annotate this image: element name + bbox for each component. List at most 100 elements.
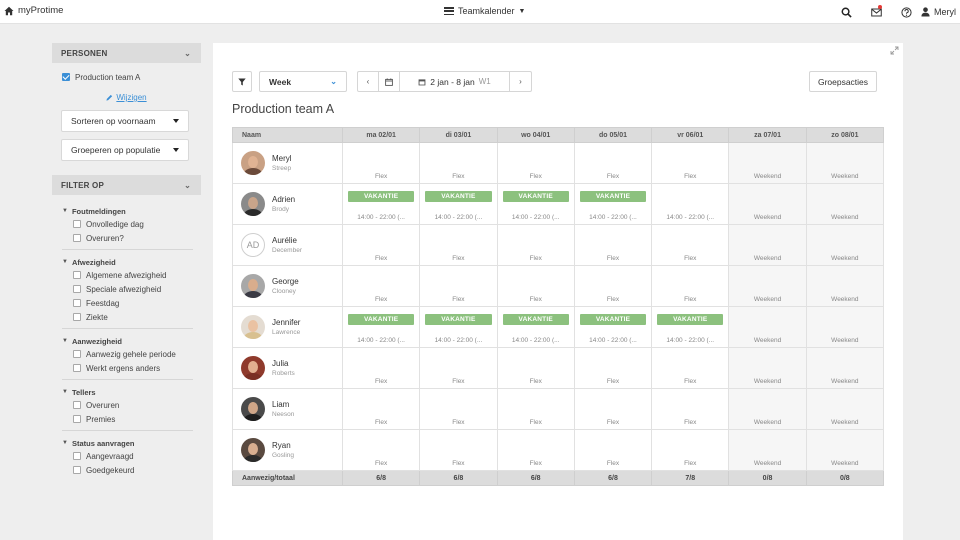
filter-option[interactable]: Aanwezig gehele periode [62, 347, 193, 361]
day-cell[interactable]: Weekend [728, 224, 807, 266]
filter-checkbox[interactable] [73, 220, 81, 228]
day-cell[interactable]: Weekend [728, 429, 807, 471]
day-cell[interactable]: Flex [341, 265, 421, 307]
vacation-badge[interactable]: VAKANTIE [502, 314, 569, 325]
day-cell[interactable]: VAKANTIE 14:00 - 22:00 (... [573, 183, 653, 225]
vacation-badge[interactable]: VAKANTIE [348, 191, 415, 202]
filter-option[interactable]: Premies [62, 412, 193, 426]
employee-cell[interactable]: Meryl Streep [232, 142, 343, 184]
employee-cell[interactable]: Julia Roberts [232, 347, 343, 389]
day-cell[interactable]: Weekend [728, 183, 807, 225]
day-cell[interactable]: Weekend [805, 429, 885, 471]
day-cell[interactable]: VAKANTIE 14:00 - 22:00 (... [496, 306, 575, 348]
filter-checkbox[interactable] [73, 234, 81, 242]
day-cell[interactable]: Weekend [728, 388, 807, 430]
filter-option[interactable]: Onvolledige dag [62, 217, 193, 231]
filter-option[interactable]: Werkt ergens anders [62, 361, 193, 375]
day-cell[interactable]: Flex [496, 347, 575, 389]
expand-icon[interactable] [890, 46, 899, 55]
filter-group-title[interactable]: ▼ Tellers [62, 386, 193, 398]
day-cell[interactable]: Weekend [728, 347, 807, 389]
sort-dropdown[interactable]: Sorteren op voornaam [61, 110, 189, 132]
filter-option[interactable]: Overuren [62, 398, 193, 412]
vacation-badge[interactable]: VAKANTIE [425, 191, 492, 202]
edit-link[interactable]: Wijzigen [52, 93, 201, 102]
day-cell[interactable]: VAKANTIE 14:00 - 22:00 (... [573, 306, 653, 348]
vacation-badge[interactable]: VAKANTIE [657, 314, 724, 325]
name-column-header[interactable]: Naam [232, 127, 343, 143]
day-cell[interactable]: Weekend [805, 265, 885, 307]
search-button[interactable] [831, 4, 861, 20]
day-cell[interactable]: Flex [496, 265, 575, 307]
filter-checkbox[interactable] [73, 350, 81, 358]
day-cell[interactable]: 14:00 - 22:00 (... [651, 183, 730, 225]
day-cell[interactable]: Weekend [805, 183, 885, 225]
team-checkbox[interactable] [62, 73, 70, 81]
day-cell[interactable]: Flex [496, 142, 575, 184]
day-cell[interactable]: Flex [651, 429, 730, 471]
day-cell[interactable]: VAKANTIE 14:00 - 22:00 (... [341, 306, 421, 348]
filter-option[interactable]: Feestdag [62, 296, 193, 310]
day-cell[interactable]: Weekend [805, 306, 885, 348]
day-cell[interactable]: VAKANTIE 14:00 - 22:00 (... [419, 306, 498, 348]
filter-section-header[interactable]: FILTER OP ⌄ [52, 175, 201, 195]
filter-option[interactable]: Algemene afwezigheid [62, 268, 193, 282]
filter-checkbox[interactable] [73, 271, 81, 279]
brand[interactable]: myProtime [4, 5, 63, 16]
day-cell[interactable]: Flex [496, 388, 575, 430]
day-cell[interactable]: Flex [573, 265, 653, 307]
day-cell[interactable]: Flex [419, 429, 498, 471]
module-menu[interactable]: Teamkalender ▼ [444, 6, 525, 16]
day-column-header[interactable]: zo 08/01 [805, 127, 885, 143]
day-cell[interactable]: Weekend [728, 142, 807, 184]
employee-cell[interactable]: Adrien Brody [232, 183, 343, 225]
filter-option[interactable]: Speciale afwezigheid [62, 282, 193, 296]
filter-checkbox[interactable] [73, 299, 81, 307]
vacation-badge[interactable]: VAKANTIE [579, 314, 647, 325]
filter-group-title[interactable]: ▼ Foutmeldingen [62, 205, 193, 217]
user-menu[interactable]: Meryl [921, 7, 960, 17]
day-cell[interactable]: Flex [419, 142, 498, 184]
day-cell[interactable]: Flex [419, 265, 498, 307]
day-cell[interactable]: Flex [341, 429, 421, 471]
day-cell[interactable]: Flex [419, 224, 498, 266]
filter-group-title[interactable]: ▼ Afwezigheid [62, 256, 193, 268]
day-cell[interactable]: Flex [419, 388, 498, 430]
day-cell[interactable]: Weekend [805, 142, 885, 184]
filter-checkbox[interactable] [73, 364, 81, 372]
employee-cell[interactable]: Ryan Gosling [232, 429, 343, 471]
day-cell[interactable]: Flex [341, 224, 421, 266]
group-actions-button[interactable]: Groepsacties [809, 71, 877, 92]
view-select[interactable]: Week ⌄ [259, 71, 347, 92]
messages-button[interactable] [861, 4, 891, 20]
filter-checkbox[interactable] [73, 401, 81, 409]
filter-option[interactable]: Ziekte [62, 310, 193, 324]
group-dropdown[interactable]: Groeperen op populatie [61, 139, 189, 161]
employee-cell[interactable]: AD Aurélie December [232, 224, 343, 266]
day-cell[interactable]: Flex [651, 142, 730, 184]
day-cell[interactable]: Flex [341, 388, 421, 430]
team-checkbox-row[interactable]: Production team A [62, 70, 201, 84]
day-cell[interactable]: Weekend [805, 388, 885, 430]
day-cell[interactable]: Weekend [805, 347, 885, 389]
day-column-header[interactable]: di 03/01 [419, 127, 498, 143]
prev-week-button[interactable]: ‹ [358, 72, 379, 91]
date-range-display[interactable]: 2 jan - 8 jan W1 [400, 72, 510, 91]
day-column-header[interactable]: do 05/01 [573, 127, 653, 143]
day-column-header[interactable]: wo 04/01 [496, 127, 575, 143]
employee-cell[interactable]: George Clooney [232, 265, 343, 307]
filter-option[interactable]: Aangevraagd [62, 449, 193, 463]
day-cell[interactable]: VAKANTIE 14:00 - 22:00 (... [419, 183, 498, 225]
filter-button[interactable] [232, 71, 252, 92]
filter-checkbox[interactable] [73, 466, 81, 474]
filter-option[interactable]: Goedgekeurd [62, 463, 193, 477]
day-cell[interactable]: Flex [573, 388, 653, 430]
day-cell[interactable]: Flex [341, 347, 421, 389]
day-cell[interactable]: VAKANTIE 14:00 - 22:00 (... [341, 183, 421, 225]
day-cell[interactable]: Weekend [728, 306, 807, 348]
day-cell[interactable]: Flex [651, 347, 730, 389]
vacation-badge[interactable]: VAKANTIE [425, 314, 492, 325]
vacation-badge[interactable]: VAKANTIE [348, 314, 415, 325]
filter-checkbox[interactable] [73, 452, 81, 460]
day-cell[interactable]: Flex [651, 388, 730, 430]
